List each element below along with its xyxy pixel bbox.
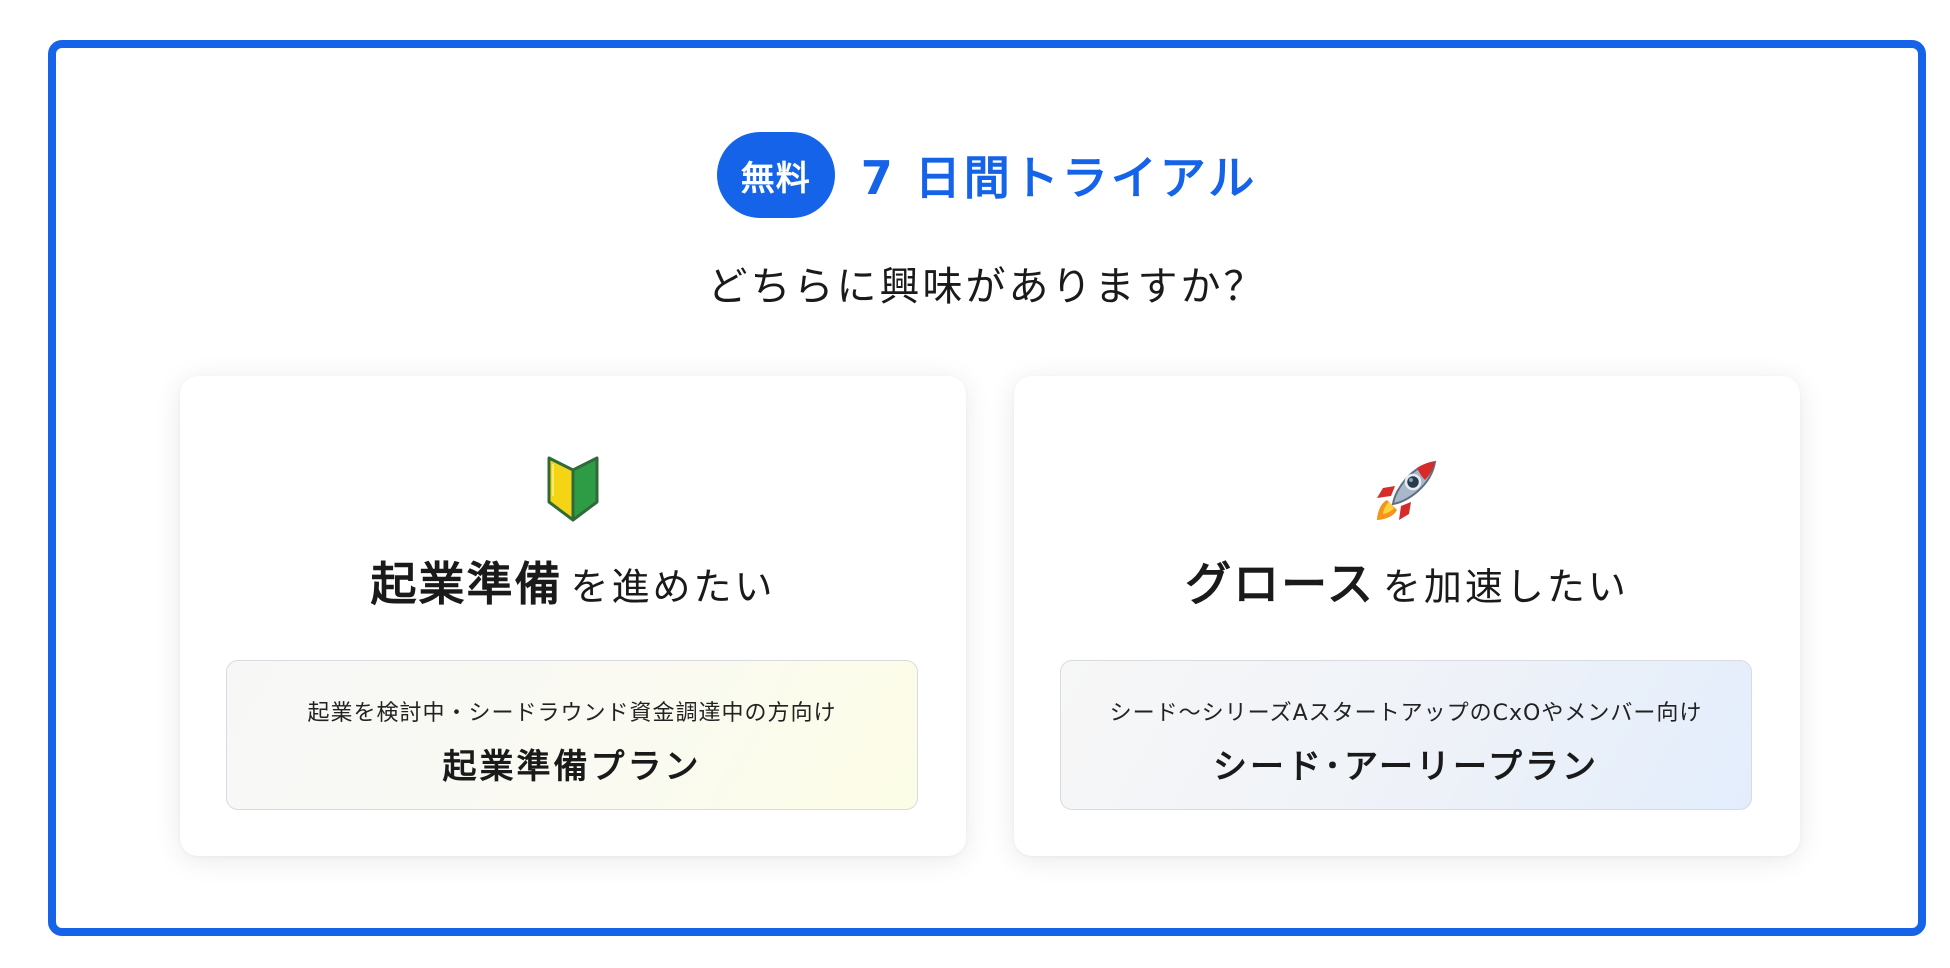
beginner-mark-icon: [180, 456, 966, 524]
card-heading: グロース を加速したい: [1014, 548, 1800, 614]
startup-prep-card[interactable]: 起業準備 を進めたい 起業を検討中・シードラウンド資金調達中の方向け 起業準備プラ…: [180, 376, 966, 856]
plan-name: シード･アーリープラン: [1213, 747, 1599, 787]
trial-panel: 無料 7 日間トライアル どちらに興味がありますか？ 起業準備 を進めたい 起業を…: [48, 40, 1926, 936]
free-badge: 無料: [716, 132, 835, 218]
rocket-icon: [1014, 456, 1800, 524]
growth-card[interactable]: グロース を加速したい シード〜シリーズAスタートアップのCxOやメンバー向け シ…: [1014, 376, 1800, 856]
card-heading: 起業準備 を進めたい: [180, 548, 966, 614]
plan-name: 起業準備プラン: [442, 747, 702, 787]
plan-description: 起業を検討中・シードラウンド資金調達中の方向け: [307, 701, 837, 726]
heading-strong: 起業準備: [370, 557, 563, 611]
heading-strong: グロース: [1185, 557, 1375, 611]
startup-prep-plan-button[interactable]: 起業を検討中・シードラウンド資金調達中の方向け 起業準備プラン: [226, 660, 918, 810]
seed-early-plan-button[interactable]: シード〜シリーズAスタートアップのCxOやメンバー向け シード･アーリープラン: [1060, 660, 1752, 810]
interest-question: どちらに興味がありますか？: [707, 264, 1267, 310]
heading-rest: を進めたい: [570, 565, 776, 609]
heading-rest: を加速したい: [1382, 565, 1629, 609]
trial-title: 7 日間トライアル: [860, 151, 1258, 205]
trial-header: 無料 7 日間トライアル: [56, 132, 1918, 218]
plan-description: シード〜シリーズAスタートアップのCxOやメンバー向け: [1109, 701, 1703, 726]
